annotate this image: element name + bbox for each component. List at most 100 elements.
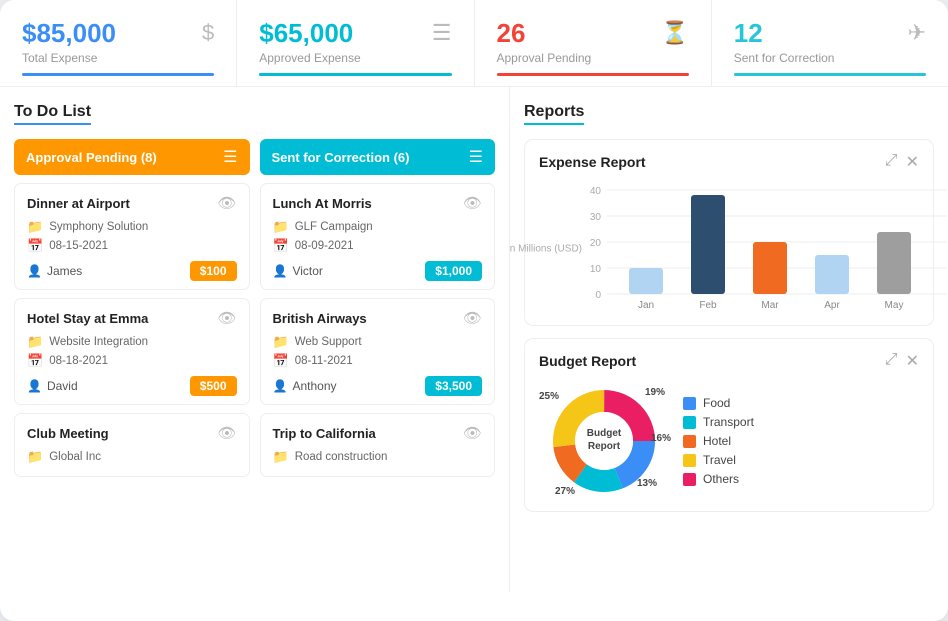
expense-report-card: Expense Report ⤢ ✕ In Millions (USD)	[524, 139, 934, 326]
budget-report-card: Budget Report ⤢ ✕	[524, 338, 934, 512]
user-name-airways: Anthony	[292, 379, 336, 393]
svg-text:30: 30	[590, 212, 602, 223]
send-icon: ✈	[908, 20, 926, 46]
task-title-hotel: Hotel Stay at Emma	[27, 311, 148, 326]
date-dinner: 08-15-2021	[49, 240, 108, 252]
y-axis-label: In Millions (USD)	[510, 243, 582, 254]
legend-hotel: Hotel	[683, 434, 754, 448]
expand-budget-icon[interactable]: ⤢	[885, 351, 898, 371]
task-card-trip: Trip to California 👁 📁 Road construction	[260, 413, 496, 477]
eye-icon-club[interactable]: 👁	[217, 424, 236, 442]
folder-name-hotel: Website Integration	[49, 336, 148, 348]
task-title-trip: Trip to California	[273, 426, 376, 441]
filter-icon-approval[interactable]: ☰	[223, 147, 237, 167]
close-expense-icon[interactable]: ✕	[906, 152, 919, 172]
stat-label-approval-pending: Approval Pending	[497, 51, 689, 65]
pct-travel: 27%	[555, 486, 575, 497]
svg-text:May: May	[885, 300, 904, 311]
eye-icon-hotel[interactable]: 👁	[217, 309, 236, 327]
eye-icon-lunch[interactable]: 👁	[463, 194, 482, 212]
content-row: To Do List Approval Pending (8) ☰ Dinner…	[0, 87, 948, 592]
folder-icon-airways: 📁	[273, 334, 289, 350]
user-icon-hotel: 👤	[27, 379, 42, 393]
eye-icon-trip[interactable]: 👁	[463, 424, 482, 442]
todo-columns: Approval Pending (8) ☰ Dinner at Airport…	[14, 139, 495, 485]
eye-icon-dinner[interactable]: 👁	[217, 194, 236, 212]
legend-food: Food	[683, 396, 754, 410]
stat-value-total-expense: $85,000	[22, 18, 116, 49]
todo-title: To Do List	[14, 103, 91, 125]
stat-bar-approval-pending	[497, 73, 689, 76]
legend-dot-hotel	[683, 435, 696, 448]
legend-dot-others	[683, 473, 696, 486]
legend-dot-transport	[683, 416, 696, 429]
task-card-club: Club Meeting 👁 📁 Global Inc	[14, 413, 250, 477]
budget-report-title: Budget Report	[539, 353, 636, 369]
user-name-lunch: Victor	[292, 264, 322, 278]
calendar-icon-hotel: 📅	[27, 353, 43, 369]
folder-icon-trip: 📁	[273, 449, 289, 465]
filter-icon-correction[interactable]: ☰	[469, 147, 483, 167]
task-card-airways: British Airways 👁 📁 Web Support 📅 08-11-…	[260, 298, 496, 405]
user-icon-dinner: 👤	[27, 264, 42, 278]
legend-dot-food	[683, 397, 696, 410]
legend-dot-travel	[683, 454, 696, 467]
list-icon: ☰	[432, 20, 452, 46]
task-card-dinner: Dinner at Airport 👁 📁 Symphony Solution …	[14, 183, 250, 290]
budget-content: Budget Report 19% 16% 13% 27% 25%	[539, 381, 919, 501]
main-container: $85,000 $ Total Expense $65,000 ☰ Approv…	[0, 0, 948, 621]
calendar-icon-airways: 📅	[273, 353, 289, 369]
reports-panel: Reports Expense Report ⤢ ✕ In Millions (…	[510, 87, 948, 592]
stat-value-sent-correction: 12	[734, 18, 763, 49]
amount-lunch: $1,000	[425, 261, 482, 281]
expand-expense-icon[interactable]: ⤢	[885, 152, 898, 172]
hourglass-icon: ⏳	[661, 20, 688, 46]
dollar-icon: $	[202, 20, 214, 46]
legend-label-others: Others	[703, 472, 739, 486]
calendar-icon-dinner: 📅	[27, 238, 43, 254]
date-lunch: 08-09-2021	[295, 240, 354, 252]
legend-label-travel: Travel	[703, 453, 736, 467]
user-icon-lunch: 👤	[273, 264, 288, 278]
approval-pending-header: Approval Pending (8) ☰	[14, 139, 250, 175]
legend-label-hotel: Hotel	[703, 434, 731, 448]
user-icon-airways: 👤	[273, 379, 288, 393]
task-card-hotel: Hotel Stay at Emma 👁 📁 Website Integrati…	[14, 298, 250, 405]
folder-name-dinner: Symphony Solution	[49, 221, 148, 233]
close-budget-icon[interactable]: ✕	[906, 351, 919, 371]
amount-hotel: $500	[190, 376, 237, 396]
stat-bar-total-expense	[22, 73, 214, 76]
expense-report-title: Expense Report	[539, 154, 646, 170]
stat-value-approved-expense: $65,000	[259, 18, 353, 49]
task-title-club: Club Meeting	[27, 426, 109, 441]
legend-transport: Transport	[683, 415, 754, 429]
budget-legend: Food Transport Hotel Travel	[683, 396, 754, 486]
svg-text:Feb: Feb	[699, 300, 717, 311]
svg-text:Report: Report	[588, 441, 621, 452]
pct-food: 19%	[645, 387, 665, 398]
user-name-hotel: David	[47, 379, 78, 393]
task-title-lunch: Lunch At Morris	[273, 196, 372, 211]
calendar-icon-lunch: 📅	[273, 238, 289, 254]
svg-text:Jan: Jan	[638, 300, 654, 311]
legend-travel: Travel	[683, 453, 754, 467]
user-name-dinner: James	[47, 264, 82, 278]
stat-value-approval-pending: 26	[497, 18, 526, 49]
stat-label-sent-correction: Sent for Correction	[734, 51, 926, 65]
folder-name-airways: Web Support	[295, 336, 362, 348]
folder-icon-dinner: 📁	[27, 219, 43, 235]
folder-icon-club: 📁	[27, 449, 43, 465]
expense-bar-chart: 40 30 20 10 0 Jan Feb Mar	[577, 182, 947, 312]
legend-label-food: Food	[703, 396, 730, 410]
task-card-lunch: Lunch At Morris 👁 📁 GLF Campaign 📅 08-09…	[260, 183, 496, 290]
approval-pending-header-title: Approval Pending (8)	[26, 150, 157, 165]
stats-row: $85,000 $ Total Expense $65,000 ☰ Approv…	[0, 0, 948, 87]
task-title-dinner: Dinner at Airport	[27, 196, 130, 211]
task-title-airways: British Airways	[273, 311, 367, 326]
svg-text:Budget: Budget	[587, 428, 622, 439]
stat-total-expense: $85,000 $ Total Expense	[0, 0, 237, 86]
svg-text:20: 20	[590, 238, 602, 249]
eye-icon-airways[interactable]: 👁	[463, 309, 482, 327]
pct-transport: 16%	[651, 433, 671, 444]
svg-text:Apr: Apr	[824, 300, 840, 311]
